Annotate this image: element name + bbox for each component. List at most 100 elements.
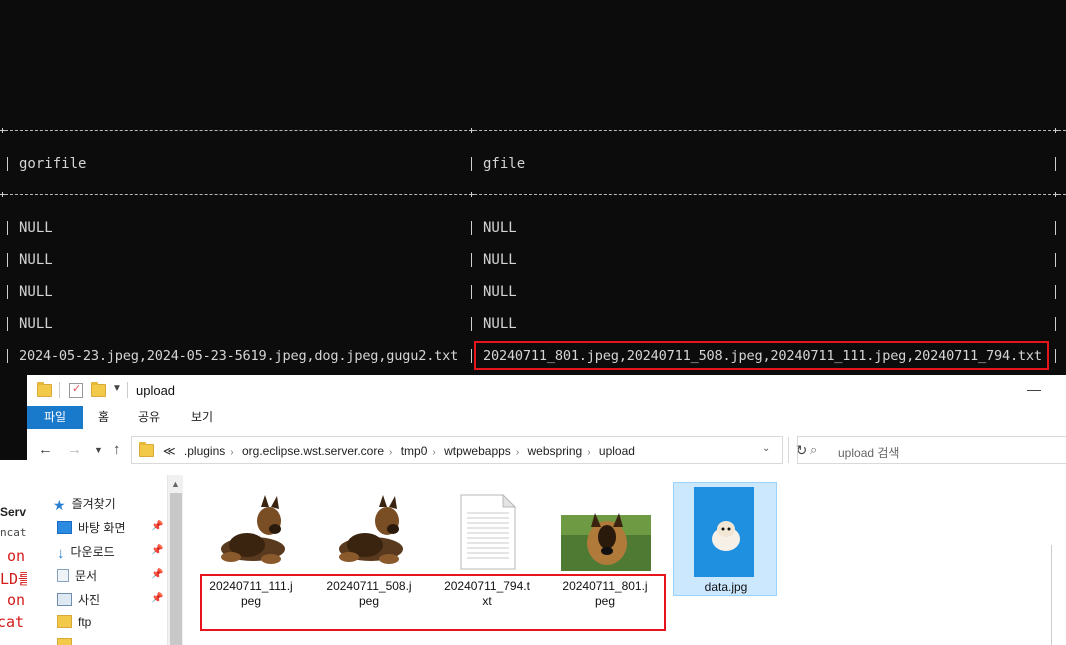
- nav-label: 사진: [78, 593, 101, 607]
- table-pipe: [1055, 317, 1056, 331]
- nav-label: 즐겨찾기: [71, 497, 116, 511]
- chevron-right-icon[interactable]: ›: [230, 447, 233, 458]
- nav-item-ftp[interactable]: ftp: [57, 615, 91, 629]
- chevron-right-icon[interactable]: ›: [432, 447, 435, 458]
- window-title: upload: [136, 383, 176, 398]
- nav-label: 다운로드: [70, 545, 115, 559]
- minimize-button[interactable]: —: [1027, 381, 1041, 397]
- pomeranian-photo-thumbnail: [694, 487, 754, 577]
- highlight-box: [474, 341, 1049, 370]
- nav-item-pictures[interactable]: 사진: [57, 591, 100, 608]
- nav-item-desktop[interactable]: 바탕 화면: [57, 519, 126, 536]
- nav-item-partial[interactable]: [57, 638, 78, 645]
- table-pipe: [7, 349, 8, 363]
- desktop-icon: [57, 521, 72, 534]
- quick-access-dropdown-icon[interactable]: ▼: [112, 383, 122, 394]
- folder-icon: [57, 638, 72, 645]
- tab-view[interactable]: 보기: [191, 406, 213, 429]
- table-border-top: [0, 130, 1066, 131]
- table-pipe: [7, 253, 8, 267]
- search-icon: ⌕: [810, 442, 818, 457]
- address-input[interactable]: ≪ .plugins › org.eclipse.wst.server.core ›…: [131, 436, 807, 464]
- table-cell: NULL: [19, 284, 53, 300]
- back-arrow-icon[interactable]: ←: [38, 441, 53, 458]
- border-plus: [469, 192, 474, 197]
- header-gfile: gfile: [483, 156, 526, 172]
- tab-share[interactable]: 공유: [138, 406, 160, 429]
- chevron-right-icon[interactable]: ›: [389, 447, 392, 458]
- table-pipe: [1055, 157, 1056, 171]
- dog-photo-thumbnail: [329, 493, 409, 571]
- table-pipe: [471, 253, 472, 267]
- side-panel-fragment: [1051, 545, 1066, 645]
- breadcrumb-item[interactable]: tmp0: [401, 444, 428, 458]
- bg-text: cat: [0, 613, 25, 631]
- pin-icon[interactable]: 📌: [151, 569, 163, 580]
- table-pipe: [7, 157, 8, 171]
- breadcrumb-item[interactable]: org.eclipse.wst.server.core: [242, 444, 384, 458]
- border-plus: [1053, 128, 1058, 133]
- file-list: 20240711_111.j peg 20240711_508.j peg 20…: [183, 475, 1066, 645]
- table-cell: NULL: [19, 316, 53, 332]
- tab-file[interactable]: 파일: [27, 406, 83, 429]
- folder-icon: [57, 615, 72, 628]
- table-cell: NULL: [483, 284, 517, 300]
- download-icon: ↓: [57, 545, 65, 562]
- files-highlight-box: [200, 574, 666, 631]
- title-bar[interactable]: ✓ ▼ upload —: [27, 375, 1066, 406]
- pin-icon[interactable]: 📌: [151, 545, 163, 556]
- search-placeholder: upload 검색: [838, 446, 900, 460]
- table-pipe: [471, 285, 472, 299]
- dog-photo-thumbnail: [211, 493, 291, 571]
- nav-label: 바탕 화면: [78, 521, 126, 535]
- new-folder-icon[interactable]: [91, 382, 106, 397]
- border-plus: [469, 128, 474, 133]
- pin-icon[interactable]: 📌: [151, 521, 163, 532]
- breadcrumb-item[interactable]: .plugins: [184, 444, 225, 458]
- table-pipe: [471, 221, 472, 235]
- border-plus: [1053, 192, 1058, 197]
- nav-item-quick-access[interactable]: ★ 즐겨찾기: [53, 495, 116, 513]
- recent-locations-icon[interactable]: ▼: [94, 445, 103, 455]
- tab-home[interactable]: 홈: [98, 406, 109, 429]
- breadcrumb-item[interactable]: wtpwebapps: [444, 444, 511, 458]
- properties-icon[interactable]: ✓: [69, 383, 83, 398]
- file-name: data.jpg: [704, 580, 748, 594]
- nav-scrollbar[interactable]: ▲: [167, 475, 183, 645]
- chevron-right-icon[interactable]: ›: [587, 447, 590, 458]
- breadcrumb-item[interactable]: webspring: [528, 444, 583, 458]
- header-gorifile: gorifile: [19, 156, 87, 172]
- scroll-thumb[interactable]: [170, 493, 182, 645]
- divider: [127, 382, 128, 398]
- search-input[interactable]: ⌕ upload 검색: [797, 436, 1066, 464]
- chevron-right-icon[interactable]: ›: [516, 447, 519, 458]
- pin-icon[interactable]: 📌: [151, 593, 163, 604]
- folder-icon: [37, 382, 52, 397]
- table-pipe: [471, 349, 472, 363]
- chevron-down-icon[interactable]: ⌄: [762, 443, 770, 454]
- nav-label: ftp: [78, 615, 92, 629]
- table-pipe: [7, 285, 8, 299]
- up-arrow-icon[interactable]: ↑: [113, 441, 121, 458]
- divider: [59, 382, 60, 398]
- table-cell-gorifile-list: 2024-05-23.jpeg,2024-05-23-5619.jpeg,dog…: [19, 348, 459, 364]
- table-pipe: [7, 221, 8, 235]
- table-pipe: [471, 317, 472, 331]
- shepherd-photo-thumbnail: [561, 493, 651, 571]
- nav-item-documents[interactable]: 문서: [57, 567, 97, 584]
- file-explorer-window: ✓ ▼ upload — 파일 홈 공유 보기 ← → ▼ ↑ ≪ .plugi…: [27, 375, 1066, 645]
- table-border-mid: [0, 194, 1066, 195]
- ribbon-tabs: 파일 홈 공유 보기: [27, 406, 1066, 429]
- breadcrumb: ≪ .plugins › org.eclipse.wst.server.core ›…: [163, 444, 640, 458]
- border-plus: [0, 192, 5, 197]
- breadcrumb-overflow[interactable]: ≪: [163, 444, 176, 458]
- text-file-icon: [447, 493, 527, 571]
- table-pipe: [1055, 285, 1056, 299]
- breadcrumb-current[interactable]: upload: [599, 444, 635, 458]
- scroll-up-icon[interactable]: ▲: [171, 479, 180, 489]
- bg-text: on: [7, 591, 26, 609]
- forward-arrow-icon[interactable]: →: [67, 441, 82, 458]
- navigation-pane: ★ 즐겨찾기 바탕 화면 📌 ↓ 다운로드 📌 문서 📌 사진 📌 ftp ▲: [27, 475, 183, 645]
- file-item-selected[interactable]: data.jpg: [673, 482, 777, 596]
- nav-item-downloads[interactable]: ↓ 다운로드: [57, 543, 115, 562]
